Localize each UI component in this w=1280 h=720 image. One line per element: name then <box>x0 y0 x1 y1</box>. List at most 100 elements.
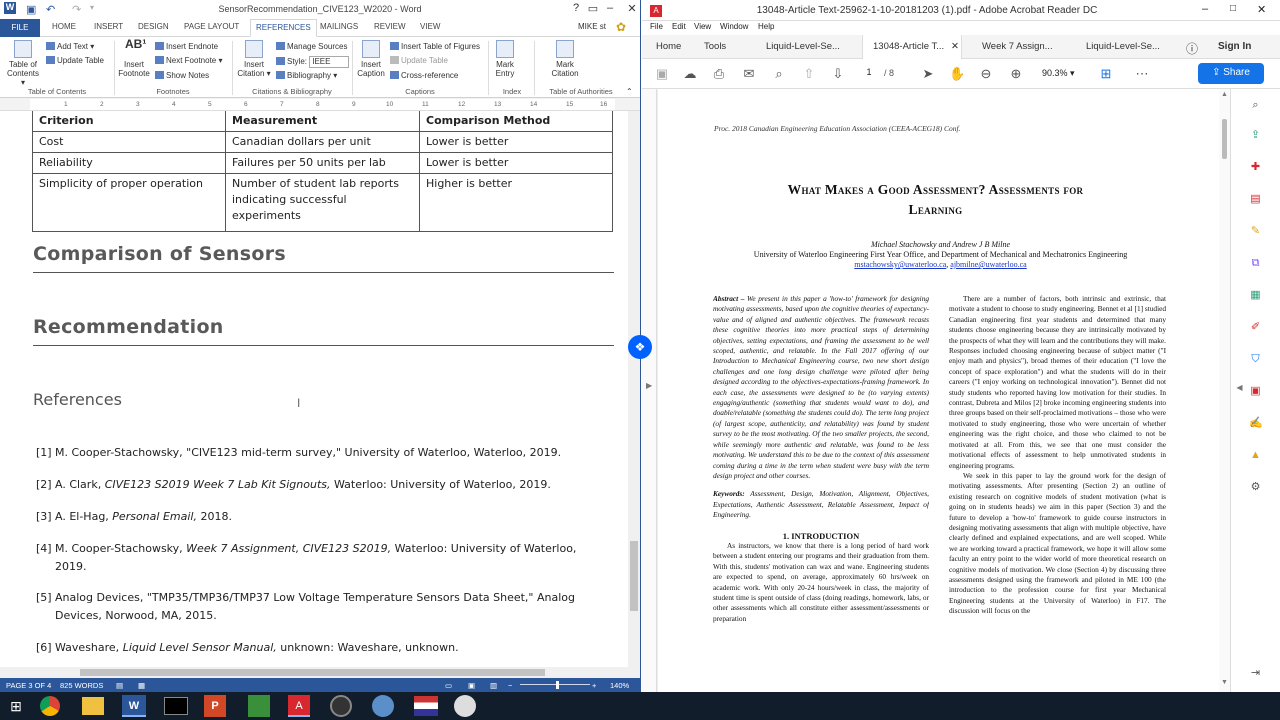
cross-reference-button[interactable]: Cross-reference <box>390 71 458 81</box>
protect-icon[interactable]: ⛉ <box>1249 353 1262 366</box>
tab-tools[interactable]: Tools <box>704 35 726 59</box>
tab-insert[interactable]: INSERT <box>94 22 123 31</box>
dropbox-icon[interactable]: ❖ <box>628 335 652 359</box>
zoom-slider[interactable] <box>520 684 590 685</box>
mark-entry-button[interactable]: Mark Entry <box>490 40 520 78</box>
table-cell[interactable]: Simplicity of proper operation <box>32 173 226 232</box>
tab-home[interactable]: HOME <box>52 22 76 31</box>
reference-item[interactable]: [5] Analog Devices, "TMP35/TMP36/TMP37 L… <box>36 589 606 625</box>
collapse-right-icon[interactable]: ◀ <box>1233 381 1246 394</box>
heading-references[interactable]: References <box>33 390 122 409</box>
insert-citation-button[interactable]: Insert Citation ▾ <box>234 40 274 78</box>
export-pdf-icon[interactable]: ⇪ <box>1249 129 1262 142</box>
save-icon[interactable]: ▣ <box>26 3 36 16</box>
undo-icon[interactable]: ↶ <box>46 3 55 16</box>
email-link[interactable]: ajbmilne@uwaterloo.ca <box>950 260 1026 269</box>
customize-icon[interactable]: ⇥ <box>1249 667 1262 680</box>
scroll-down-icon[interactable]: ▼ <box>1221 679 1228 686</box>
update-table-captions-button[interactable]: Update Table <box>390 56 448 66</box>
tab-article[interactable]: 13048-Article T... ✕ <box>862 35 962 59</box>
reference-item[interactable]: [6] Waveshare, Liquid Level Sensor Manua… <box>36 639 606 657</box>
table-cell[interactable]: Higher is better <box>419 173 613 232</box>
more-tools-icon[interactable]: ⋯ <box>1134 67 1150 81</box>
insert-table-of-figures-button[interactable]: Insert Table of Figures <box>390 42 480 52</box>
redact-icon[interactable]: ✐ <box>1249 321 1262 334</box>
tab-liquid-level-1[interactable]: Liquid-Level-Se... <box>766 35 840 59</box>
horizontal-ruler[interactable]: 1 2 3 4 5 6 7 8 9 10 11 12 13 14 15 16 <box>0 98 640 111</box>
email-icon[interactable]: ✉ <box>741 67 757 81</box>
menu-help[interactable]: Help <box>758 22 774 31</box>
qat-customize-icon[interactable]: ▾ <box>90 3 94 12</box>
heading-recommendation[interactable]: Recommendation <box>33 316 224 338</box>
word-taskbar-icon[interactable]: W <box>122 695 146 717</box>
upload-icon[interactable]: ☁ <box>682 67 698 81</box>
zoom-in-icon[interactable]: + <box>592 681 596 690</box>
windows-start-icon[interactable]: ⊞ <box>4 694 28 718</box>
tab-mailings[interactable]: MAILINGS <box>320 22 358 31</box>
ribbon-display-icon[interactable]: ▭ <box>585 2 601 15</box>
table-cell[interactable]: Lower is better <box>419 152 613 174</box>
tab-design[interactable]: DESIGN <box>138 22 169 31</box>
table-cell[interactable]: Cost <box>32 131 226 153</box>
organize-pages-icon[interactable]: ▦ <box>1249 289 1262 302</box>
terminal-icon[interactable] <box>164 697 188 715</box>
acrobat-taskbar-icon[interactable]: A <box>288 695 310 717</box>
minimize-icon[interactable]: – <box>602 2 618 14</box>
mark-citation-button[interactable]: Mark Citation <box>546 40 584 78</box>
zoom-dropdown[interactable]: 90.3% ▾ <box>1042 68 1075 79</box>
chrome-icon[interactable] <box>40 696 60 716</box>
read-mode-icon[interactable]: ▭ <box>445 681 452 690</box>
style-dropdown[interactable]: IEEE <box>309 56 350 68</box>
page-number-input[interactable]: 1 <box>858 67 880 77</box>
table-cell[interactable]: Failures per 50 units per lab <box>225 152 420 174</box>
maximize-icon[interactable]: □ <box>1230 3 1236 14</box>
scrollbar-thumb[interactable] <box>630 541 638 611</box>
search-icon[interactable]: ⌕ <box>1249 99 1262 112</box>
collapse-ribbon-icon[interactable]: ⌃ <box>626 87 633 97</box>
zoom-out-icon[interactable]: ⊖ <box>978 67 994 81</box>
more-tools-icon[interactable]: ⚙ <box>1249 481 1262 494</box>
table-header-cell[interactable]: Measurement <box>225 111 420 132</box>
user-name[interactable]: MIKE st <box>578 22 606 31</box>
style-selector[interactable]: Style: IEEE <box>276 56 350 68</box>
scrollbar-thumb[interactable] <box>1222 119 1227 159</box>
print-icon[interactable]: ⎙ <box>711 67 727 81</box>
create-pdf-icon[interactable]: ✚ <box>1249 161 1262 174</box>
menu-view[interactable]: View <box>694 22 711 31</box>
insert-caption-button[interactable]: Insert Caption <box>354 40 388 78</box>
close-icon[interactable]: ✕ <box>1257 3 1266 16</box>
show-notes-button[interactable]: Show Notes <box>155 71 209 81</box>
search-icon[interactable]: ⌕ <box>771 67 787 81</box>
fill-sign-icon[interactable]: ✍ <box>1249 417 1263 430</box>
table-cell[interactable]: Number of student lab reports indicating… <box>225 173 420 232</box>
macro-icon[interactable]: ▦ <box>138 681 145 690</box>
zoom-out-icon[interactable]: − <box>508 681 512 690</box>
scrollbar-thumb[interactable] <box>80 669 545 676</box>
zoom-slider-handle[interactable] <box>556 681 559 689</box>
minimize-icon[interactable]: – <box>1202 3 1208 15</box>
manage-sources-button[interactable]: Manage Sources <box>276 42 347 52</box>
page-count[interactable]: PAGE 3 OF 4 <box>6 681 51 690</box>
fit-page-icon[interactable]: ⊞ <box>1098 67 1114 81</box>
tab-liquid-level-2[interactable]: Liquid-Level-Se... <box>1086 35 1160 59</box>
pdf-file-icon[interactable]: ▣ <box>1249 385 1262 398</box>
proofing-icon[interactable]: ▤ <box>116 681 123 690</box>
zoom-in-icon[interactable]: ⊕ <box>1008 67 1024 81</box>
hand-tool-icon[interactable]: ✋ <box>949 67 965 81</box>
vertical-scrollbar[interactable] <box>628 111 640 667</box>
tab-file[interactable]: FILE <box>0 19 40 37</box>
update-table-button[interactable]: Update Table <box>46 56 104 66</box>
sign-in-link[interactable]: Sign In <box>1218 35 1251 59</box>
help-icon[interactable]: ? <box>568 2 584 14</box>
prev-page-icon[interactable]: ⇧ <box>801 67 817 81</box>
pdf-page[interactable]: Proc. 2018 Canadian Engineering Educatio… <box>657 90 1234 692</box>
app-icon[interactable] <box>248 695 270 717</box>
close-icon[interactable]: ✕ <box>624 2 640 15</box>
share-button[interactable]: ⇪ Share <box>1198 63 1264 84</box>
table-cell[interactable]: Canadian dollars per unit <box>225 131 420 153</box>
file-explorer-icon[interactable] <box>82 697 104 715</box>
tab-home[interactable]: Home <box>656 35 681 59</box>
next-footnote-button[interactable]: Next Footnote ▾ <box>155 56 223 66</box>
send-for-review-icon[interactable]: ▲ <box>1249 449 1262 462</box>
table-of-contents-button[interactable]: Table of Contents ▾ <box>4 40 42 87</box>
